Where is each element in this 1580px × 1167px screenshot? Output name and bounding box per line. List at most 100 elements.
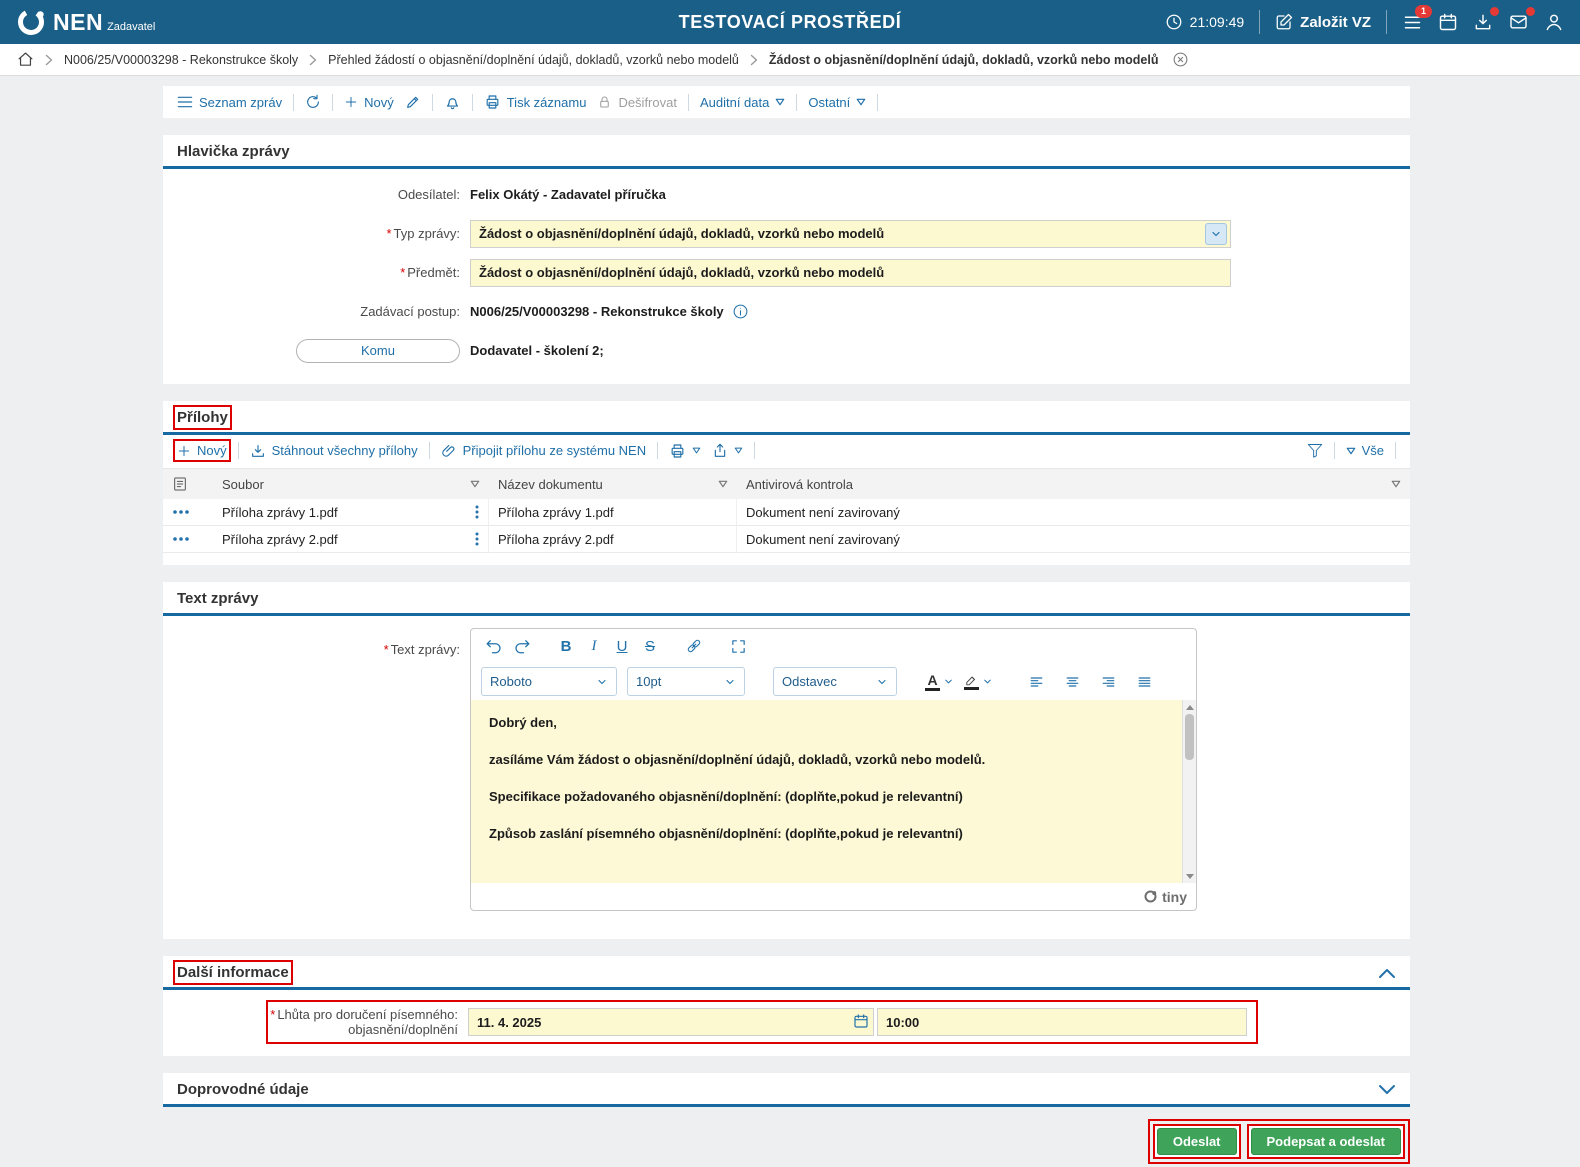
info-icon [732,303,749,320]
priloha-export-menu[interactable] [712,443,743,459]
paperclip-icon [441,443,457,459]
create-vz-button[interactable]: Založit VZ [1275,13,1371,31]
section-title-text-zpravy: Text zprávy [177,590,258,607]
collapse-section-button[interactable] [1378,967,1396,979]
highlight-color-button[interactable] [964,673,993,690]
align-right-button[interactable] [1095,669,1121,695]
align-center-button[interactable] [1059,669,1085,695]
typ-zpravy-input[interactable]: Žádost o objasnění/doplnění údajů, dokla… [470,220,1231,248]
postup-info-button[interactable] [732,303,749,320]
undo-button[interactable] [481,633,507,659]
section-text-zpravy: Text zprávy *Text zprávy: B I U S [163,582,1410,939]
section-prilohy: Přílohy Nový Stáhnout všechny přílohy Př… [163,401,1410,565]
row-odesilatel: Odesílatel: Felix Okátý - Zadavatel přír… [163,175,1410,214]
breadcrumb-item-procedure[interactable]: N006/25/V00003298 - Rekonstrukce školy [64,53,298,67]
notifications-button[interactable] [444,94,461,111]
italic-button[interactable]: I [581,633,607,659]
font-size-select[interactable]: 10pt [627,667,745,696]
scrollbar-thumb[interactable] [1185,714,1194,760]
column-header-antivir[interactable]: Antivirová kontrola [737,469,1410,499]
strikethrough-button[interactable]: S [637,633,663,659]
messages-button[interactable] [1508,12,1529,32]
home-button[interactable] [17,51,34,68]
underline-button[interactable]: U [609,633,635,659]
ostatni-menu[interactable]: Ostatní [808,95,866,110]
column-filter-icon[interactable] [470,480,480,488]
download-icon [1473,12,1493,32]
redo-button[interactable] [509,633,535,659]
column-header-nazev[interactable]: Název dokumentu [489,469,737,499]
insert-link-button[interactable] [681,633,707,659]
editor-scrollbar[interactable] [1182,700,1196,883]
chevron-up-icon [1378,967,1396,979]
novy-button[interactable]: Nový [344,95,394,110]
tiny-logo-icon [1143,889,1158,904]
paragraph-format-select[interactable]: Odstavec [773,667,897,696]
predmet-input[interactable]: Žádost o objasnění/doplnění údajů, dokla… [470,259,1231,287]
prilohy-table: Soubor Název dokumentu Antivirová kontro… [163,468,1410,553]
lhuta-date-input[interactable]: 11. 4. 2025 [468,1008,874,1036]
lhuta-time-input[interactable]: 10:00 [877,1008,1247,1036]
footer-actions: Odeslat Podepsat a odeslat [163,1119,1410,1164]
main-content: Seznam zpráv Nový Tisk záznamu Dešifrova… [0,76,1580,1164]
odeslat-button[interactable]: Odeslat [1157,1128,1237,1155]
downloads-button[interactable] [1473,12,1493,32]
align-left-button[interactable] [1023,669,1049,695]
align-justify-button[interactable] [1131,669,1157,695]
nen-logo[interactable]: NEN Zadavatel [16,7,155,37]
predmet-label: *Předmět: [163,265,470,280]
link-icon [685,637,703,655]
priloha-print-menu[interactable] [669,443,701,459]
column-filter-icon[interactable] [1391,480,1401,488]
vse-filter-menu[interactable]: Vše [1346,443,1384,458]
rich-text-editor[interactable]: B I U S [470,628,1197,911]
komu-button[interactable]: Komu [296,339,460,363]
filter-button[interactable] [1307,443,1323,458]
table-row[interactable]: Příloha zprávy 1.pdf Příloha zprávy 1.pd… [163,499,1410,526]
scroll-up-button[interactable] [1183,701,1196,713]
profile-button[interactable] [1544,12,1564,32]
row-lhuta: *Lhůta pro doručení písemného: objasnění… [163,990,1410,1056]
chevron-down-icon [876,676,888,688]
row-actions-button[interactable] [163,499,213,526]
editor-content[interactable]: Dobrý den, zasíláme Vám žádost o objasně… [471,700,1196,883]
tiny-branding[interactable]: tiny [1162,889,1187,905]
column-settings-button[interactable] [163,469,213,499]
edit-record-button[interactable] [405,94,421,110]
tasks-menu-button[interactable]: 1 [1402,12,1423,33]
file-name[interactable]: Příloha zprávy 1.pdf [222,505,338,520]
column-header-soubor[interactable]: Soubor [213,469,489,499]
column-filter-icon[interactable] [718,480,728,488]
expand-section-button[interactable] [1378,1084,1396,1096]
breadcrumb-chevron-icon [750,54,758,66]
row-menu-icon[interactable] [475,532,479,546]
desifrovat-button[interactable]: Dešifrovat [597,94,677,110]
auditni-data-menu[interactable]: Auditní data [700,95,785,110]
stahnout-prilohy-button[interactable]: Stáhnout všechny přílohy [250,443,418,459]
calendar-icon [1438,12,1458,32]
fullscreen-button[interactable] [725,633,751,659]
priloha-novy-button[interactable]: Nový [177,443,227,458]
bold-button[interactable]: B [553,633,579,659]
table-row[interactable]: Příloha zprávy 2.pdf Příloha zprávy 2.pd… [163,526,1410,553]
prilohy-toolbar: Nový Stáhnout všechny přílohy Připojit p… [163,435,1410,466]
row-actions-button[interactable] [163,526,213,553]
refresh-button[interactable] [305,94,321,110]
editor-paragraph: Způsob zaslání písemného objasnění/dopln… [489,826,1164,842]
close-record-button[interactable] [1172,51,1189,68]
pripojit-prilohu-button[interactable]: Připojit přílohu ze systému NEN [441,443,647,459]
seznam-zprav-button[interactable]: Seznam zpráv [177,95,282,110]
typ-zpravy-dropdown-button[interactable] [1205,223,1227,245]
edit-icon [1275,13,1293,31]
close-circle-icon [1172,51,1189,68]
breadcrumb-item-overview[interactable]: Přehled žádostí o objasnění/doplnění úda… [328,53,739,67]
font-family-select[interactable]: Roboto [481,667,617,696]
text-color-button[interactable]: A [925,673,954,691]
date-picker-button[interactable] [853,1013,869,1029]
scroll-down-button[interactable] [1183,870,1196,882]
calendar-button[interactable] [1438,12,1458,32]
row-menu-icon[interactable] [475,505,479,519]
file-name[interactable]: Příloha zprávy 2.pdf [222,532,338,547]
tisk-zaznamu-button[interactable]: Tisk záznamu [484,94,587,110]
podepsat-a-odeslat-button[interactable]: Podepsat a odeslat [1251,1128,1401,1155]
